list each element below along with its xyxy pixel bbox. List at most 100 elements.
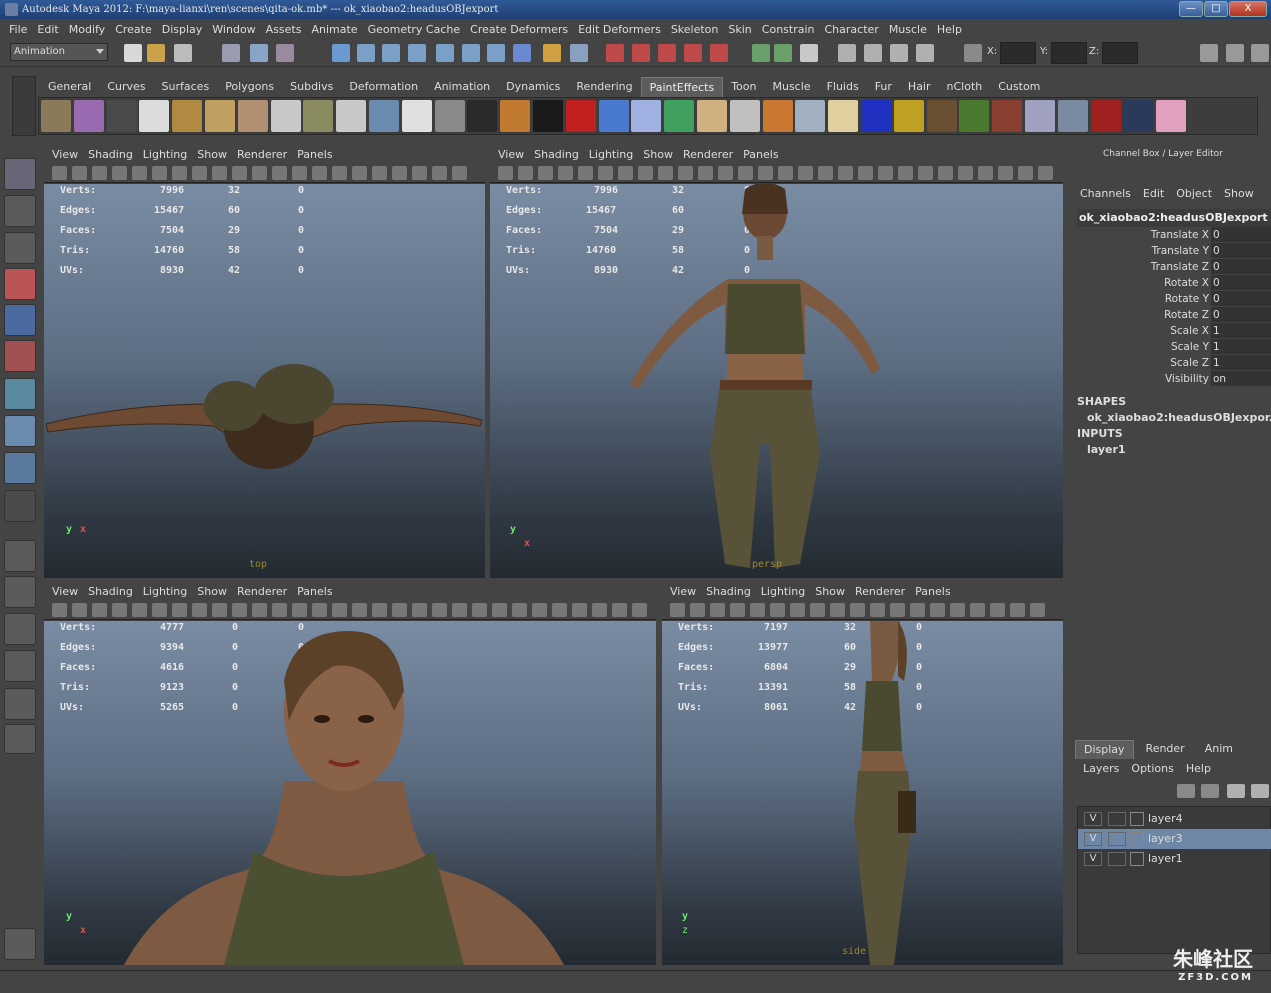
viewport-canvas[interactable]: Verts:7996320 Edges:15467600 Faces:75042… bbox=[490, 184, 1063, 578]
paint-effects-brush-icon[interactable] bbox=[500, 100, 531, 132]
viewport-tool-icon[interactable] bbox=[858, 166, 873, 180]
shape-node[interactable]: ok_xiaobao2:headusOBJexpor... bbox=[1087, 411, 1271, 424]
viewport-tool-icon[interactable] bbox=[412, 166, 427, 180]
lasso-tool-icon[interactable] bbox=[4, 195, 36, 227]
paint-effects-brush-icon[interactable] bbox=[1024, 100, 1055, 132]
menu-constrain[interactable]: Constrain bbox=[757, 23, 820, 36]
menu-show[interactable]: Show bbox=[641, 148, 681, 161]
viewport-tool-icon[interactable] bbox=[332, 603, 347, 617]
paint-effects-brush-icon[interactable] bbox=[336, 100, 367, 132]
layer-playback-toggle[interactable] bbox=[1108, 832, 1126, 846]
paint-effects-brush-icon[interactable] bbox=[565, 100, 596, 132]
construction-history-icon[interactable] bbox=[632, 44, 650, 62]
shelf-tab-surfaces[interactable]: Surfaces bbox=[154, 77, 218, 97]
viewport-tool-icon[interactable] bbox=[718, 166, 733, 180]
shelf-tab-hair[interactable]: Hair bbox=[900, 77, 939, 97]
viewport-tool-icon[interactable] bbox=[352, 603, 367, 617]
paint-effects-brush-icon[interactable] bbox=[467, 100, 498, 132]
viewport-tool-icon[interactable] bbox=[998, 166, 1013, 180]
viewport-tool-icon[interactable] bbox=[790, 603, 805, 617]
soft-modification-icon[interactable] bbox=[4, 415, 36, 447]
viewport-tool-icon[interactable] bbox=[538, 166, 553, 180]
viewport-tool-icon[interactable] bbox=[750, 603, 765, 617]
paint-effects-brush-icon[interactable] bbox=[368, 100, 399, 132]
shelf-tab-fluids[interactable]: Fluids bbox=[819, 77, 867, 97]
channel-row[interactable]: Rotate Y0 bbox=[1081, 291, 1271, 307]
viewport-tool-icon[interactable] bbox=[1030, 603, 1045, 617]
menu-muscle[interactable]: Muscle bbox=[884, 23, 932, 36]
paint-effects-brush-icon[interactable] bbox=[41, 100, 71, 132]
menu-layers[interactable]: Layers bbox=[1083, 762, 1119, 775]
x-field[interactable] bbox=[1000, 42, 1036, 64]
shelf-tab-muscle[interactable]: Muscle bbox=[764, 77, 818, 97]
channel-value[interactable]: 0 bbox=[1211, 275, 1271, 290]
viewport-tool-icon[interactable] bbox=[392, 603, 407, 617]
single-perspective-layout-icon[interactable] bbox=[4, 540, 36, 572]
layer-visibility-toggle[interactable]: V bbox=[1084, 852, 1102, 866]
viewport-canvas[interactable]: Verts: 7197 32 0 Edges: 13977 60 0 Faces: 6804 2… bbox=[662, 621, 1063, 965]
paint-effects-brush-icon[interactable] bbox=[696, 100, 727, 132]
menu-help[interactable]: Help bbox=[1186, 762, 1211, 775]
paint-effects-brush-icon[interactable] bbox=[959, 100, 990, 132]
viewport-tool-icon[interactable] bbox=[770, 603, 785, 617]
paint-effects-brush-icon[interactable] bbox=[893, 100, 924, 132]
new-scene-icon[interactable] bbox=[124, 44, 142, 62]
viewport-tool-icon[interactable] bbox=[818, 166, 833, 180]
shelf-tab-dynamics[interactable]: Dynamics bbox=[498, 77, 568, 97]
viewport-tool-icon[interactable] bbox=[192, 166, 207, 180]
menu-shading[interactable]: Shading bbox=[704, 585, 759, 598]
menu-shading[interactable]: Shading bbox=[86, 148, 141, 161]
viewport-tool-icon[interactable] bbox=[92, 166, 107, 180]
menu-show[interactable]: Show bbox=[195, 585, 235, 598]
paint-effects-brush-icon[interactable] bbox=[860, 100, 891, 132]
shelf-tab-polygons[interactable]: Polygons bbox=[217, 77, 282, 97]
channel-row[interactable]: Translate Z0 bbox=[1081, 259, 1271, 275]
viewport-tool-icon[interactable] bbox=[112, 166, 127, 180]
viewport-tool-icon[interactable] bbox=[72, 603, 87, 617]
menu-panels[interactable]: Panels bbox=[913, 585, 958, 598]
menu-lighting[interactable]: Lighting bbox=[141, 148, 195, 161]
menu-skeleton[interactable]: Skeleton bbox=[666, 23, 724, 36]
viewport-tool-icon[interactable] bbox=[72, 166, 87, 180]
layer-row[interactable]: V layer3 bbox=[1078, 829, 1271, 849]
viewport-front[interactable]: View Shading Lighting Show Renderer Pane… bbox=[44, 582, 656, 965]
viewport-tool-icon[interactable] bbox=[152, 603, 167, 617]
channel-value[interactable]: 1 bbox=[1211, 339, 1271, 354]
paint-effects-brush-icon[interactable] bbox=[139, 100, 170, 132]
menu-view[interactable]: View bbox=[50, 585, 86, 598]
channel-value[interactable]: 0 bbox=[1211, 307, 1271, 322]
viewport-tool-icon[interactable] bbox=[432, 603, 447, 617]
maximize-button[interactable]: □ bbox=[1204, 1, 1228, 17]
select-object-icon[interactable] bbox=[250, 44, 268, 62]
render-settings-icon[interactable] bbox=[710, 44, 728, 62]
viewport-canvas[interactable]: Verts:7996320 Edges:15467600 Faces:75042… bbox=[44, 184, 485, 578]
paint-effects-brush-icon[interactable] bbox=[532, 100, 563, 132]
channel-value[interactable]: 1 bbox=[1211, 355, 1271, 370]
viewport-tool-icon[interactable] bbox=[272, 603, 287, 617]
menu-panels[interactable]: Panels bbox=[295, 585, 340, 598]
paint-effects-brush-icon[interactable] bbox=[303, 100, 334, 132]
viewport-tool-icon[interactable] bbox=[830, 603, 845, 617]
select-hierarchy-icon[interactable] bbox=[222, 44, 240, 62]
viewport-tool-icon[interactable] bbox=[632, 603, 647, 617]
viewport-tool-icon[interactable] bbox=[990, 603, 1005, 617]
menu-file[interactable]: File bbox=[4, 23, 32, 36]
hypershade-icon[interactable] bbox=[752, 44, 770, 62]
channel-row[interactable]: Rotate Z0 bbox=[1081, 307, 1271, 323]
scale-tool-icon[interactable] bbox=[4, 340, 36, 372]
paint-effects-brush-icon[interactable] bbox=[598, 100, 629, 132]
viewport-tool-icon[interactable] bbox=[472, 603, 487, 617]
viewport-tool-icon[interactable] bbox=[658, 166, 673, 180]
viewport-tool-icon[interactable] bbox=[192, 603, 207, 617]
paint-effects-brush-icon[interactable] bbox=[664, 100, 695, 132]
menu-view[interactable]: View bbox=[668, 585, 704, 598]
script-editor-icon[interactable] bbox=[838, 44, 856, 62]
layer-row[interactable]: V layer4 bbox=[1078, 809, 1271, 829]
viewport-tool-icon[interactable] bbox=[452, 166, 467, 180]
viewport-tool-icon[interactable] bbox=[870, 603, 885, 617]
viewport-tool-icon[interactable] bbox=[272, 166, 287, 180]
channel-row[interactable]: Translate X0 bbox=[1081, 227, 1271, 243]
viewport-tool-icon[interactable] bbox=[132, 603, 147, 617]
viewport-tool-icon[interactable] bbox=[1010, 603, 1025, 617]
transform-mode-icon[interactable] bbox=[964, 44, 982, 62]
